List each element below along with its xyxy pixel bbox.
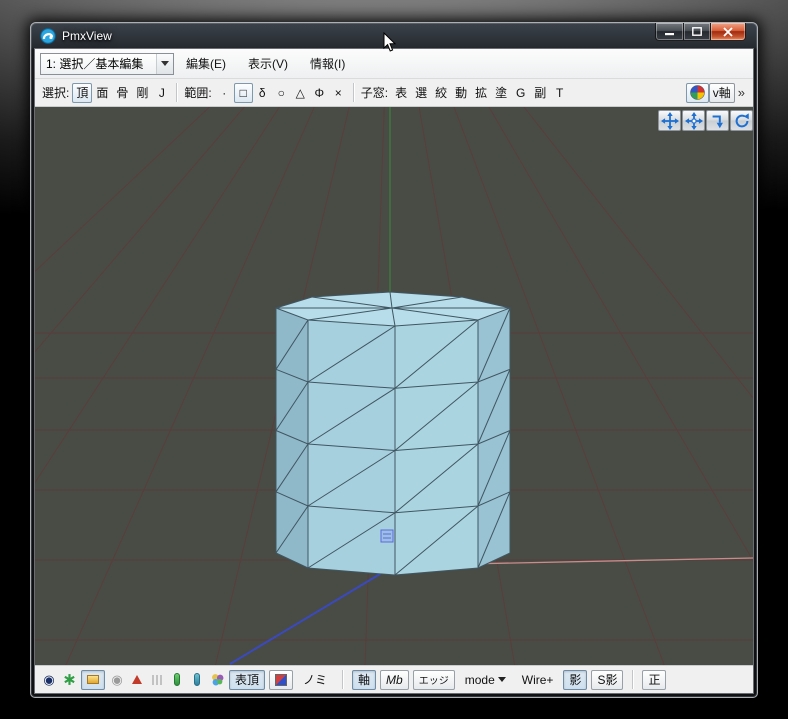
- subwin-kaku-button[interactable]: 拡: [471, 83, 491, 103]
- minimize-button[interactable]: [655, 23, 684, 41]
- menu-view[interactable]: 表示(V): [238, 50, 298, 77]
- v-axis-button[interactable]: v軸: [708, 82, 735, 103]
- mb-toggle-button[interactable]: Mb: [380, 669, 409, 690]
- select-label: 選択:: [42, 86, 70, 100]
- show-vertex-button[interactable]: 表頂: [229, 669, 266, 690]
- combo-dropdown-icon: [156, 53, 173, 74]
- floor-icon: [87, 675, 99, 684]
- pan-view-button[interactable]: [658, 110, 681, 131]
- select-joint-button[interactable]: J: [152, 83, 171, 103]
- shadow-toggle-button[interactable]: 影: [563, 669, 588, 690]
- toolbar-separator: [176, 83, 178, 102]
- view-nav-buttons: [658, 110, 753, 131]
- pmxview-window: PmxView 1: 選択／基本編集 編集(E) 表示(V) 情報(I) 選択:…: [30, 22, 758, 698]
- select-rigid-button[interactable]: 剛: [132, 83, 152, 103]
- material-icon: [275, 673, 288, 686]
- toolbar-overflow-button[interactable]: »: [735, 85, 748, 100]
- subwin-hyou-button[interactable]: 表: [391, 83, 411, 103]
- mode-label: mode: [464, 672, 495, 687]
- toolbar-separator: [352, 83, 354, 102]
- bottombar-separator: [342, 670, 344, 689]
- subwin-sen-button[interactable]: 選: [411, 83, 431, 103]
- menu-edit[interactable]: 編集(E): [176, 50, 236, 77]
- material-toggle-button[interactable]: [269, 669, 294, 690]
- range-rect-button[interactable]: □: [233, 82, 253, 103]
- caption-buttons: [655, 23, 746, 41]
- menu-info[interactable]: 情報(I): [300, 50, 355, 77]
- selection-marker: [380, 529, 394, 543]
- select-face-button[interactable]: 面: [92, 83, 112, 103]
- orbit-view-button[interactable]: [730, 110, 753, 131]
- range-delta-button[interactable]: δ: [253, 83, 272, 103]
- drop-arrow-icon: [712, 115, 723, 128]
- wire-mode-button[interactable]: Wire+: [516, 670, 560, 690]
- range-label: 範囲:: [184, 86, 212, 100]
- client-area: 1: 選択／基本編集 編集(E) 表示(V) 情報(I) 選択: 頂 面 骨 剛…: [35, 49, 753, 693]
- pan-all-icon: [684, 111, 703, 130]
- select-vertex-button[interactable]: 頂: [72, 82, 93, 103]
- maximize-button[interactable]: [684, 23, 711, 41]
- subwin-nuri-button[interactable]: 塗: [491, 83, 511, 103]
- range-phi-button[interactable]: Φ: [310, 83, 329, 103]
- hatch-icon[interactable]: [149, 671, 165, 689]
- menu-bar: 1: 選択／基本編集 編集(E) 表示(V) 情報(I): [35, 49, 753, 79]
- range-circle-button[interactable]: ○: [272, 83, 291, 103]
- nomi-button[interactable]: ノミ: [297, 670, 333, 690]
- teal-pill-icon[interactable]: [189, 671, 205, 689]
- green-pill-icon[interactable]: [169, 671, 185, 689]
- floor-toggle-button[interactable]: [81, 669, 105, 690]
- subwin-g-button[interactable]: G: [511, 83, 530, 103]
- desktop: PmxView 1: 選択／基本編集 編集(E) 表示(V) 情報(I) 選択:…: [0, 0, 788, 719]
- minimize-icon: [665, 33, 674, 36]
- mode-dropdown[interactable]: mode: [459, 670, 512, 690]
- mode-dropdown-icon: [497, 677, 506, 682]
- title-bar[interactable]: PmxView: [31, 23, 757, 49]
- range-x-button[interactable]: ×: [329, 83, 348, 103]
- orbit-icon: [735, 112, 749, 127]
- select-bone-button[interactable]: 骨: [112, 83, 132, 103]
- viewport-canvas[interactable]: [35, 107, 753, 665]
- self-shadow-toggle-button[interactable]: S影: [591, 669, 624, 690]
- toolbar: 選択: 頂 面 骨 剛 J 範囲: · □ δ ○ △ Φ × 子窓: 表 選 …: [35, 79, 753, 107]
- edit-mode-combo[interactable]: 1: 選択／基本編集: [40, 52, 174, 75]
- pivot-gray-icon[interactable]: ◉: [109, 671, 125, 689]
- axis-colorwheel-icon: [689, 85, 705, 100]
- maximize-icon: [692, 27, 702, 36]
- green-asterisk-icon[interactable]: [61, 671, 77, 689]
- bottombar-separator: [632, 670, 634, 689]
- flower-icon[interactable]: [209, 671, 225, 689]
- front-view-button[interactable]: 正: [642, 669, 667, 690]
- close-icon: [723, 26, 733, 37]
- subwindow-label: 子窓:: [360, 86, 389, 100]
- pan-all-button[interactable]: [682, 110, 705, 131]
- edit-mode-value: 1: 選択／基本編集: [46, 57, 144, 71]
- bottom-toolbar: ◉ ◉ 表頂 ノミ 軸 Mb エッジ mode Wire+ 影 S影 正: [35, 665, 753, 693]
- axis-colorwheel-button[interactable]: [685, 82, 709, 103]
- range-dot-button[interactable]: ·: [215, 83, 234, 103]
- viewport[interactable]: [35, 107, 753, 665]
- window-title: PmxView: [62, 29, 112, 43]
- app-icon: [40, 28, 56, 44]
- subwin-shibo-button[interactable]: 絞: [431, 83, 451, 103]
- edge-toggle-button[interactable]: エッジ: [412, 669, 455, 690]
- pivot-icon[interactable]: ◉: [41, 671, 57, 689]
- red-triangle-icon[interactable]: [129, 671, 145, 689]
- subwin-t-button[interactable]: T: [550, 83, 569, 103]
- close-button[interactable]: [711, 23, 746, 41]
- drop-view-button[interactable]: [706, 110, 729, 131]
- subwin-fuku-button[interactable]: 副: [530, 83, 550, 103]
- axis-toggle-button[interactable]: 軸: [352, 669, 377, 690]
- pan-icon: [660, 111, 679, 130]
- range-triangle-button[interactable]: △: [291, 83, 310, 103]
- subwin-dou-button[interactable]: 動: [451, 83, 471, 103]
